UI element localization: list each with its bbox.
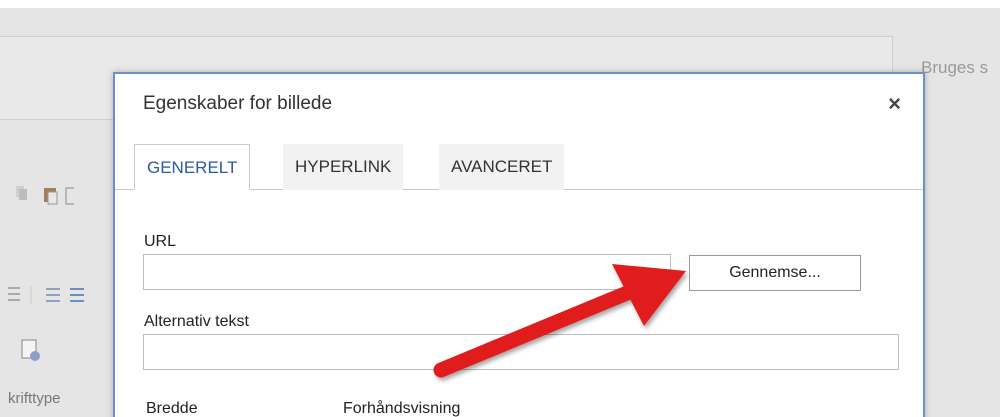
background-hint-text: Bruges s <box>921 58 989 77</box>
font-type-label: krifttype <box>8 390 61 407</box>
tab-generelt[interactable]: GENERELT <box>134 144 251 190</box>
page-top-strip <box>0 0 1000 8</box>
image-properties-dialog: Egenskaber for billede × GENERELT HYPERL… <box>113 72 925 417</box>
tab-avanceret[interactable]: AVANCERET <box>439 144 565 190</box>
toolbar-copy-paste-icons <box>16 186 74 205</box>
toolbar-indent-icons <box>8 286 84 304</box>
url-input[interactable] <box>143 254 671 290</box>
close-icon[interactable]: × <box>888 91 901 117</box>
alt-text-input[interactable] <box>143 334 899 370</box>
width-label: Bredde <box>146 400 198 417</box>
dialog-title: Egenskaber for billede <box>143 93 333 114</box>
browse-button[interactable]: Gennemse... <box>689 255 861 291</box>
url-label: URL <box>144 233 177 250</box>
alt-text-label: Alternativ tekst <box>144 313 249 330</box>
document-icon <box>21 339 40 361</box>
tab-bar: GENERELT HYPERLINK AVANCERET <box>115 144 923 190</box>
tab-hyperlink[interactable]: HYPERLINK <box>283 144 404 190</box>
preview-label: Forhåndsvisning <box>343 400 461 417</box>
